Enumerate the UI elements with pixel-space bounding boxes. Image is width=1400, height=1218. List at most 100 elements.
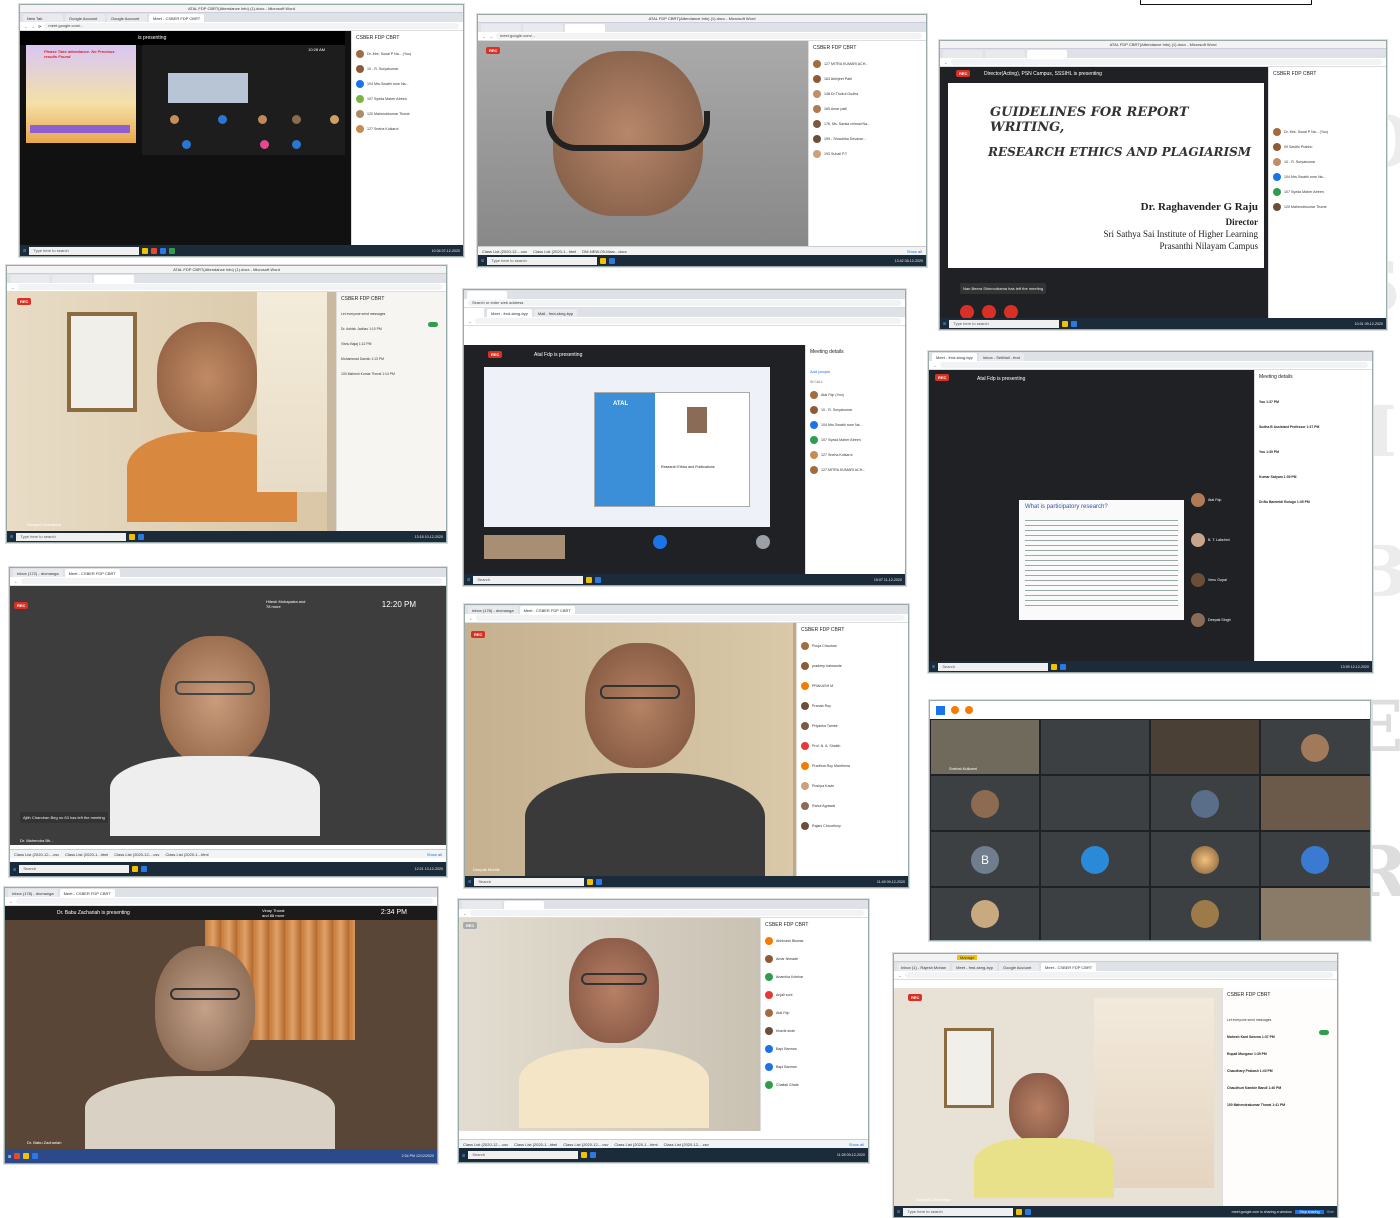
app-icon[interactable] xyxy=(1051,663,1058,670)
taskbar-search[interactable]: Search xyxy=(19,865,130,873)
taskbar-search[interactable]: Search xyxy=(468,1151,579,1159)
app-icon[interactable] xyxy=(595,576,602,583)
participant-row[interactable]: 120 Mahendrkumar Thorat xyxy=(1273,202,1382,211)
tab-mail[interactable]: Inbox - SetMail - fmd xyxy=(978,353,1024,361)
participant-row[interactable]: Chaitali Ghate xyxy=(765,1080,864,1089)
back-icon[interactable]: ← xyxy=(898,973,902,978)
url-field[interactable]: meet.google.com/... xyxy=(496,33,922,39)
participant-row[interactable]: Pooja Chauhan xyxy=(801,641,904,650)
app-icon[interactable] xyxy=(23,1153,30,1159)
participant-row[interactable]: Abhinash Biswas xyxy=(765,936,864,945)
participant-row[interactable]: 09 Savithi Prabhu xyxy=(1273,142,1382,151)
tab-inbox[interactable]: Inbox (178) - drcmanga xyxy=(468,606,518,614)
url-field[interactable] xyxy=(16,898,433,904)
windows-start-icon[interactable]: ⊞ xyxy=(481,258,484,263)
windows-start-icon[interactable]: ⊞ xyxy=(10,534,13,539)
windows-start-icon[interactable]: ⊞ xyxy=(468,879,471,884)
app-icon[interactable] xyxy=(1025,1208,1032,1215)
chat-toggle[interactable] xyxy=(428,322,438,327)
app-icon[interactable] xyxy=(138,533,145,540)
participant-row[interactable]: 104 Mrs.Swathi rone Na... xyxy=(810,420,901,429)
participant-row[interactable]: 10 - R. Suryakumar xyxy=(1273,157,1382,166)
participant-row[interactable]: 199 - Shraddha Devarse... xyxy=(813,134,922,143)
app-icon[interactable] xyxy=(596,878,603,885)
app-icon[interactable] xyxy=(609,257,616,264)
participant-row[interactable]: Priyanka Tambe xyxy=(801,721,904,730)
participant-row[interactable]: Pushpa Kavin xyxy=(801,781,904,790)
participant-row[interactable]: Atal Fdp xyxy=(765,1008,864,1017)
download-item[interactable]: Class List (2020-1...html xyxy=(533,249,576,254)
participant-row[interactable]: Anjali soni xyxy=(765,990,864,999)
windows-start-icon[interactable]: ⊞ xyxy=(8,1154,11,1159)
windows-start-icon[interactable]: ⊞ xyxy=(467,577,470,582)
participant-row[interactable]: 127 Sneha Kulkarni xyxy=(356,124,459,133)
tab[interactable] xyxy=(52,275,92,283)
url-field[interactable] xyxy=(21,578,442,584)
tab-inbox[interactable]: Inbox (172) - drcmanga xyxy=(13,569,63,577)
windows-start-icon[interactable]: ⊞ xyxy=(897,1209,900,1214)
tab-meet[interactable]: Meet - fmd-sbng-byp xyxy=(487,309,532,317)
participant-row[interactable]: 127 MITRA KUMARI ACH... xyxy=(810,465,901,474)
stop-sharing-button[interactable]: Stop sharing xyxy=(1295,1209,1324,1214)
taskbar-search[interactable]: Search xyxy=(474,877,585,886)
tab-meet[interactable]: Meet - CSBER FDP CBRT xyxy=(59,889,115,897)
tab[interactable] xyxy=(943,50,983,58)
tab-meet[interactable]: Meet - CSBER FDP CBRT xyxy=(64,569,120,577)
participant-row[interactable]: 165 Amar patil xyxy=(813,104,922,113)
participant-row[interactable]: 120 Mahendrkumar Thorat xyxy=(356,109,459,118)
tab-google-account-2[interactable]: Google Account xyxy=(107,14,147,22)
url-field[interactable] xyxy=(476,615,904,621)
url-field[interactable] xyxy=(475,318,901,324)
tab[interactable] xyxy=(462,901,502,909)
participant-row[interactable]: 104 Mrs.Swathi rone Na... xyxy=(356,79,459,88)
participant-row[interactable]: 163 Abhijeet Patil xyxy=(813,74,922,83)
download-item[interactable]: DM-NEW-09-Marc...docx xyxy=(582,249,627,254)
tab-meet-fmd[interactable]: Meet - fmd-sbng-byp xyxy=(952,963,998,971)
app-icon[interactable] xyxy=(141,866,148,872)
app-icon[interactable] xyxy=(142,247,149,254)
tab-google-account[interactable]: Google Account xyxy=(999,963,1040,971)
participant-row[interactable]: Bapi Barman xyxy=(765,1044,864,1053)
app-icon[interactable] xyxy=(600,257,607,264)
participant-row[interactable]: 107 Syeda Maher Afreen xyxy=(1273,187,1382,196)
participant-row[interactable]: Prof. N. A. Shaikh xyxy=(801,741,904,750)
taskbar-search[interactable]: Type here to search xyxy=(16,532,127,541)
url-field[interactable]: meet.google.com/... xyxy=(44,23,459,29)
tab-meet[interactable] xyxy=(504,901,544,909)
url-field[interactable]: Search or enter web address xyxy=(468,300,901,306)
taskbar-search[interactable]: Search xyxy=(473,575,584,584)
participant-row[interactable]: 127 Sneha Kulkarni xyxy=(810,450,901,459)
forward-icon[interactable]: → xyxy=(31,24,35,29)
participant-row[interactable]: Rahul Agrawal xyxy=(801,801,904,810)
app-icon[interactable] xyxy=(32,1153,39,1159)
app-icon[interactable] xyxy=(14,1153,21,1159)
url-field[interactable] xyxy=(18,284,442,290)
download-item[interactable]: Class List (2020-1...html xyxy=(514,1142,557,1147)
taskbar-search[interactable]: Type here to search xyxy=(903,1207,1014,1216)
tab-meet[interactable] xyxy=(94,275,134,283)
participant-row[interactable]: 107 Syeda Maher Afreen xyxy=(356,94,459,103)
windows-start-icon[interactable]: ⊞ xyxy=(932,664,935,669)
participant-row[interactable]: 193 Suhail P.T xyxy=(813,149,922,158)
tab-inbox[interactable]: Inbox (178) - drcmanga xyxy=(8,889,58,897)
url-field[interactable] xyxy=(905,972,1333,978)
back-icon[interactable]: ← xyxy=(463,911,467,916)
participant-row[interactable]: Dr. Mrs. Sonal P Na... (You) xyxy=(356,49,459,58)
participant-row[interactable]: PRAKASH M xyxy=(801,681,904,690)
app-icon[interactable] xyxy=(587,878,594,885)
download-item[interactable]: Class List (2020-12-...csv xyxy=(664,1142,709,1147)
tab-meet[interactable]: Meet - fmd-sbng-byp xyxy=(932,353,977,361)
record-icon[interactable] xyxy=(965,706,973,714)
back-icon[interactable]: ← xyxy=(482,34,486,39)
taskbar-search[interactable]: Type here to search xyxy=(29,246,140,255)
app-icon[interactable] xyxy=(586,576,593,583)
tab[interactable] xyxy=(481,24,521,32)
participant-row[interactable]: Pradhna Roy Manthena xyxy=(801,761,904,770)
download-item[interactable]: Class List (2020-12-...csv xyxy=(114,852,159,857)
participant-row[interactable]: Amar Nimade xyxy=(765,954,864,963)
record-icon[interactable] xyxy=(951,706,959,714)
back-icon[interactable]: ← xyxy=(14,579,18,584)
participant-row[interactable]: pradeep hatwande xyxy=(801,661,904,670)
tab-new[interactable]: New Tab xyxy=(23,14,63,22)
manage-label[interactable]: Manage xyxy=(957,955,978,960)
